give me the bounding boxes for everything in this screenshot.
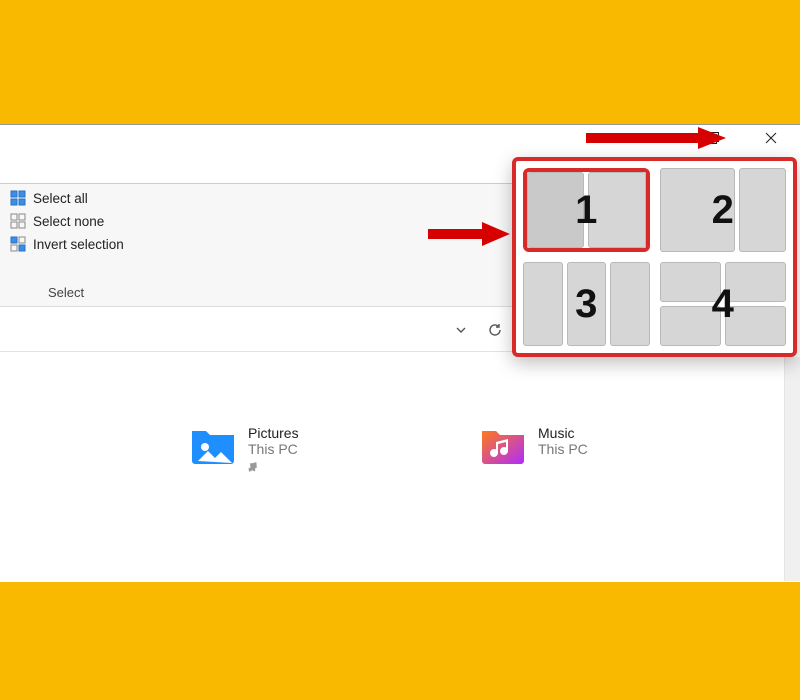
folder-location: This PC xyxy=(538,441,588,457)
pictures-folder-icon xyxy=(190,425,236,465)
maximize-button[interactable] xyxy=(684,125,742,153)
snap-layout-option-1[interactable]: 1 xyxy=(523,168,650,252)
snap-layout-option-3[interactable]: 3 xyxy=(523,262,650,346)
title-bar-controls xyxy=(684,125,800,153)
folder-pictures[interactable]: Pictures This PC xyxy=(190,425,400,479)
select-none-button[interactable]: Select none xyxy=(10,213,124,229)
refresh-icon xyxy=(488,324,502,341)
close-icon xyxy=(765,132,777,147)
invert-selection-icon xyxy=(10,236,26,252)
folder-name: Music xyxy=(538,425,588,441)
select-none-label: Select none xyxy=(33,214,104,229)
vertical-scrollbar[interactable] xyxy=(784,357,800,581)
chevron-down-icon xyxy=(454,324,468,341)
invert-selection-label: Invert selection xyxy=(33,237,124,252)
select-all-button[interactable]: Select all xyxy=(10,190,124,206)
select-none-icon xyxy=(10,213,26,229)
snap-layout-option-4[interactable]: 4 xyxy=(660,262,787,346)
select-all-icon xyxy=(10,190,26,206)
snap-layouts-flyout: 1 2 3 4 xyxy=(512,157,797,357)
select-group-label: Select xyxy=(48,285,84,300)
close-button[interactable] xyxy=(742,125,800,153)
invert-selection-button[interactable]: Invert selection xyxy=(10,236,124,252)
pin-icon xyxy=(248,461,299,479)
refresh-button[interactable] xyxy=(488,323,502,342)
folder-location: This PC xyxy=(248,441,299,457)
select-all-label: Select all xyxy=(33,191,88,206)
maximize-icon xyxy=(707,132,719,147)
quick-access-folders: ments PC Pictures This PC xyxy=(0,425,680,479)
ribbon-panel: Select all Select none Invert selection … xyxy=(0,183,530,307)
folder-music[interactable]: Music This PC xyxy=(480,425,680,479)
snap-layout-option-2[interactable]: 2 xyxy=(660,168,787,252)
history-dropdown-button[interactable] xyxy=(454,323,468,342)
folder-documents[interactable]: ments PC xyxy=(0,425,135,479)
select-group: Select all Select none Invert selection xyxy=(10,190,124,252)
music-folder-icon xyxy=(480,425,526,465)
folder-name: Pictures xyxy=(248,425,299,441)
